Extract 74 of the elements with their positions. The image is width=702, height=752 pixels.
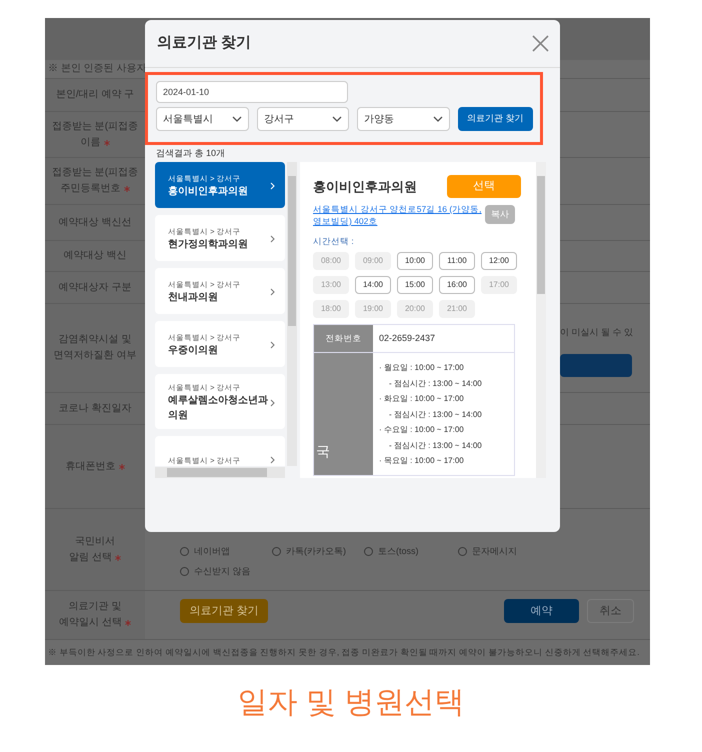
scrollbar[interactable] [287,162,297,466]
footnote-text: ※ 부득이한 사정으로 인하여 예약일시에 백신접종을 진행하지 못한 경우, 접종 미완료가 확인될 때까지 예약이 불가능하오니 신중하게 선택해주세요. [48,646,641,659]
field-label: 예약일시 선택 [59,616,122,630]
chevron-right-icon [270,288,275,296]
dropdown[interactable]: 서울특별시 [156,107,249,131]
date-field[interactable]: 2024-01-10 [156,81,348,103]
result-count: 검색결과 총 10개 [156,146,226,160]
time-slot[interactable]: 10:00 [397,252,433,270]
field-label: 이름 [80,136,100,150]
clinic-name: 예루살렘소아청소년과의원 [168,394,268,424]
hours-text: · 화요일 : 10:00 ~ 17:00 [379,394,464,403]
chevron-right-icon [270,456,275,464]
hours-text: · 목요일 : 10:00 ~ 17:00 [379,456,464,465]
chevron-right-icon [270,341,275,349]
clinic-title: 홍이비인후과의원 [313,178,417,196]
clinic-name: 현가정의학과의원 [168,238,249,252]
scrollbar[interactable] [536,162,546,478]
header-text: 전화번호 [326,332,362,345]
field-label: 국민비서 [75,534,115,548]
hours-text: · 월요일 : 10:00 ~ 17:00 [379,363,464,372]
field-label: 예약대상 백신 [64,249,126,263]
chevron-right-icon [270,235,275,243]
chevron-down-icon [232,116,242,122]
close-button[interactable] [530,34,550,54]
scrollbar[interactable] [155,467,285,478]
field-label: 예약대상 백신선 [58,216,132,230]
time-slot[interactable]: 11:00 [439,252,475,270]
scrollbar-thumb[interactable] [288,176,296,326]
scrollbar-thumb[interactable] [537,176,545,294]
dropdown-value: 강서구 [264,112,294,126]
time-label: 시간선택 : [313,236,354,246]
chevron-down-icon [433,116,443,122]
field-label: 휴대폰번호 [66,460,116,474]
chevron-right-icon [270,182,275,190]
hours-text: - 점심시간 : 13:00 ~ 14:00 [389,410,482,418]
header-text: 국 [316,442,330,461]
dropdown[interactable]: 가양동 [357,107,450,131]
hours-text: · 수요일 : 10:00 ~ 17:00 [379,425,464,434]
reserve-button[interactable]: 예약 [504,599,579,623]
time-slot[interactable]: 14:00 [355,276,391,294]
close-icon [532,35,548,52]
hours-text: - 점심시간 : 13:00 ~ 14:00 [389,440,482,450]
caption-text: 일자 및 병원선택 [238,685,464,721]
field-label: 접종받는 분(피접종 [52,120,138,134]
notice-text: ※ 본인 인증된 사용자 [48,63,146,74]
dropdown[interactable]: 강서구 [257,107,349,131]
clinic-name: 천내과의원 [168,291,219,306]
time-slot[interactable]: 16:00 [439,276,475,294]
chevron-right-icon [270,398,275,407]
field-label: 감염취약시설 및 [58,333,132,347]
address-link[interactable]: 서울특별시 강서구 양천로57길 16 (가양동, 영보빌딩) 402호 [313,203,485,227]
field-label: 코로나 확진일자 [58,402,132,416]
field-label: 알림 선택 [69,550,112,564]
hours-text: - 점심시간 : 13:00 ~ 14:00 [389,378,482,388]
scrollbar-thumb[interactable] [167,468,267,477]
dropdown-value: 서울특별시 [163,112,213,126]
field-label: 본인/대리 예약 구 [56,88,134,102]
clinic-name: 우중이의원 [168,344,219,358]
modal-title: 의료기관 찾기 [157,33,252,54]
field-label: 주민등록번호 [60,182,120,196]
field-label: 의료기관 및 [68,600,122,614]
find-hospital-button[interactable]: 의료기관 찾기 [180,599,268,623]
chevron-down-icon [332,116,342,122]
time-slot[interactable]: 12:00 [481,252,517,270]
phone-number: 02-2659-2437 [379,332,436,345]
field-label: 면역저하질환 여부 [54,349,136,363]
clinic-name: 홍이비인후과의원 [168,185,249,200]
note-text: 이 미실시 될 수 있 [560,326,634,339]
search-button[interactable]: 의료기관 찾기 [458,107,533,131]
dropdown-value: 가양동 [364,112,394,126]
field-label: 접종받는 분(피접종 [52,166,138,180]
field-label: 예약대상자 구분 [58,280,132,294]
action-button[interactable] [560,354,632,376]
time-slot[interactable]: 15:00 [397,276,433,294]
